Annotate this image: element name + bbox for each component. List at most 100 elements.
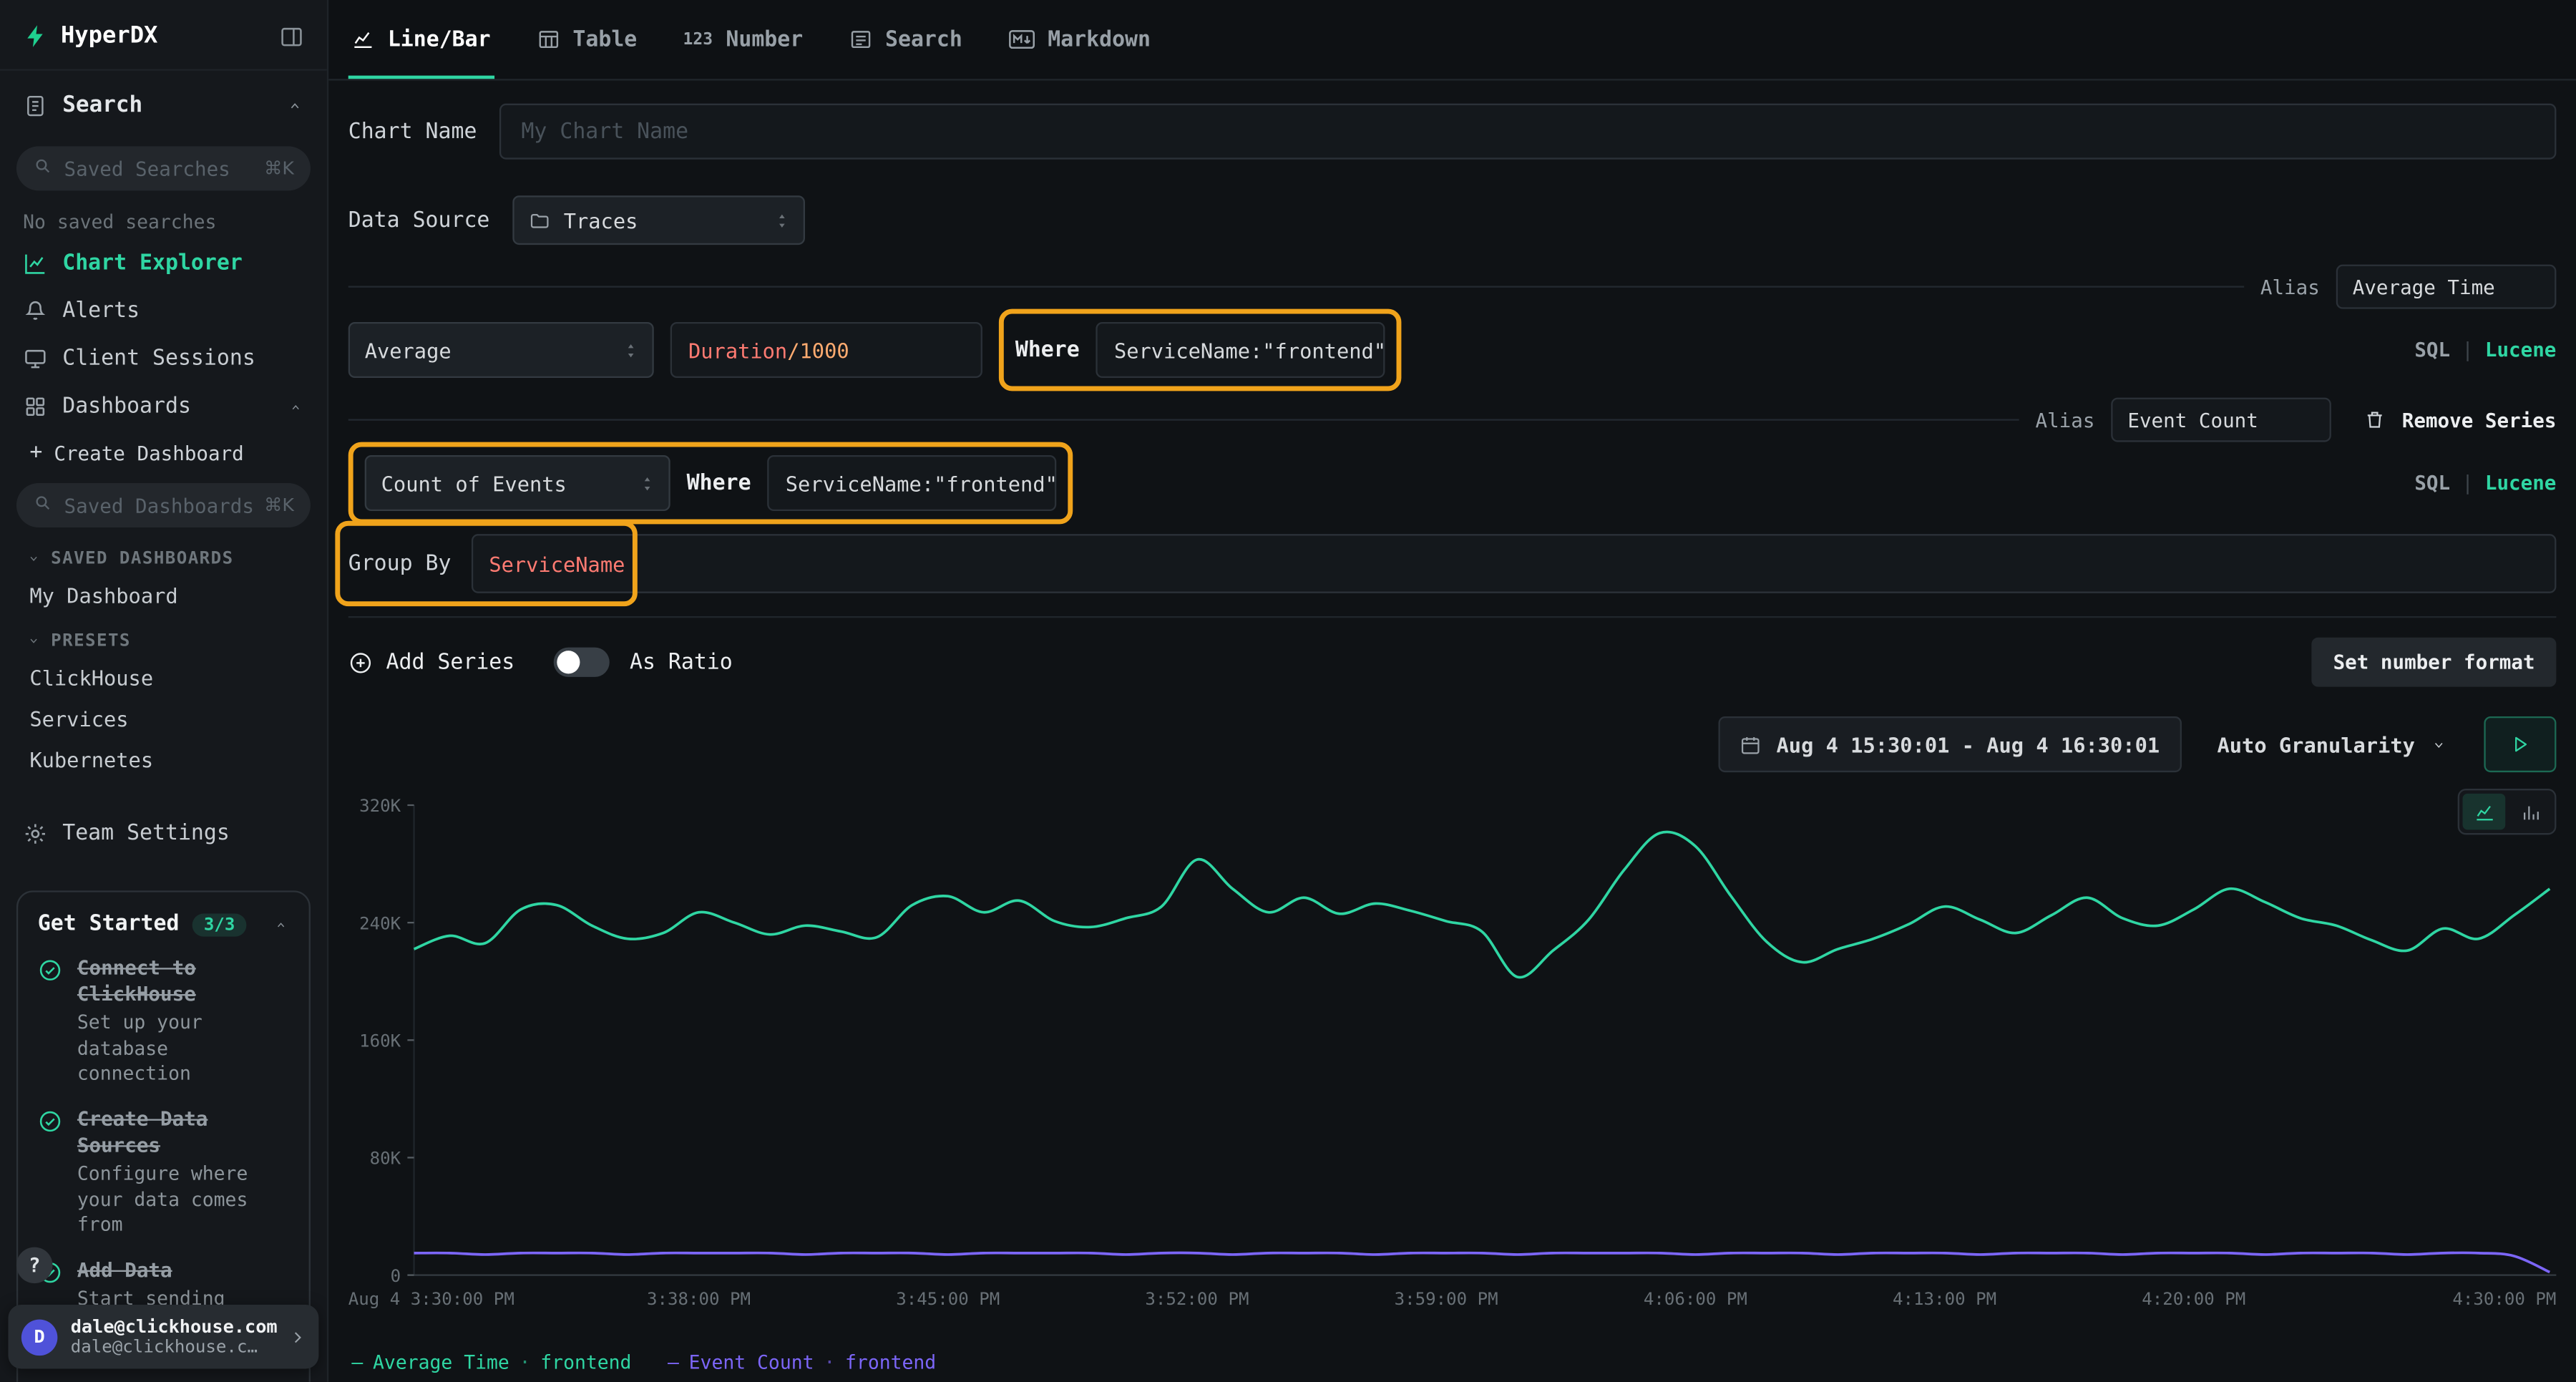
saved-searches-input[interactable]: Saved Searches ⌘K [16, 146, 311, 190]
where-label: Where [1015, 338, 1080, 362]
collapse-sidebar-icon[interactable] [279, 24, 303, 48]
svg-text:3:38:00 PM: 3:38:00 PM [647, 1289, 751, 1309]
tab-number[interactable]: 123 Number [680, 0, 806, 79]
saved-dashboards-group-header[interactable]: SAVED DASHBOARDS [0, 534, 327, 575]
series1-aggregation-select[interactable]: Average [348, 322, 654, 378]
lucene-option[interactable]: Lucene [2485, 472, 2557, 495]
sidebar-item-my-dashboard[interactable]: My Dashboard [0, 575, 327, 616]
sidebar-item-services[interactable]: Services [0, 699, 327, 739]
tab-label: Number [726, 27, 803, 52]
series2-aggregation-select[interactable]: Count of Events [365, 455, 670, 511]
search-icon [33, 156, 53, 180]
group-by-label: Group By [348, 551, 452, 575]
bar-chart-type-button[interactable] [2509, 794, 2552, 830]
sidebar-item-label: Client Sessions [62, 346, 255, 371]
get-started-item-connect[interactable]: Connect to ClickHouse Set up your databa… [38, 955, 289, 1088]
group-by-input[interactable]: ServiceName [471, 534, 2556, 593]
add-series-button[interactable]: Add Series [348, 643, 515, 681]
set-number-format-button[interactable]: Set number format [2312, 638, 2557, 687]
sidebar-item-team-settings[interactable]: Team Settings [0, 810, 327, 858]
dashboards-grid-icon [23, 394, 47, 419]
search-section-header[interactable]: Search [0, 69, 327, 140]
svg-text:4:20:00 PM: 4:20:00 PM [2142, 1289, 2245, 1309]
chevron-up-icon[interactable] [273, 920, 289, 930]
date-range-input[interactable]: Aug 4 15:30:01 - Aug 4 16:30:01 [1719, 716, 2181, 772]
tab-search[interactable]: Search [846, 0, 966, 79]
get-started-item-sources[interactable]: Create Data Sources Configure where your… [38, 1106, 289, 1239]
main-panel: Line/Bar Table 123 Number Search [328, 0, 2576, 1382]
chevron-up-icon [286, 92, 303, 119]
series2-alias-row: Alias Remove Series [348, 398, 2557, 442]
series2-alias-input[interactable] [2111, 398, 2331, 442]
legend-item-average-time[interactable]: — Average Time · frontend [351, 1351, 631, 1373]
sidebar-item-kubernetes[interactable]: Kubernetes [0, 739, 327, 780]
sidebar-item-dashboards[interactable]: Dashboards [0, 383, 327, 431]
remove-series-button[interactable]: Remove Series [2402, 409, 2557, 432]
svg-text:4:30:00 PM: 4:30:00 PM [2452, 1289, 2556, 1309]
chevron-down-icon [26, 636, 42, 646]
tab-line-bar[interactable]: Line/Bar [348, 0, 494, 79]
chart-name-input[interactable] [500, 104, 2557, 160]
check-circle-icon [38, 958, 62, 983]
check-circle-icon [38, 1109, 62, 1134]
series1-row: Average Duration/1000 Where ServiceName:… [348, 322, 2557, 378]
svg-text:3:45:00 PM: 3:45:00 PM [896, 1289, 1000, 1309]
tab-markdown[interactable]: Markdown [1005, 0, 1154, 79]
sql-option[interactable]: SQL [2414, 339, 2450, 361]
help-button[interactable]: ? [16, 1247, 53, 1284]
query-language-toggle[interactable]: SQL | Lucene [2414, 339, 2556, 361]
series2-row: Count of Events Where ServiceName:"front… [348, 455, 2557, 511]
app-root: HyperDX Search Saved Searches ⌘K [0, 0, 2576, 1382]
create-dashboard-button[interactable]: + Create Dashboard [0, 431, 327, 477]
sidebar: HyperDX Search Saved Searches ⌘K [0, 0, 328, 1382]
tab-table[interactable]: Table [533, 0, 640, 79]
saved-dashboards-input[interactable]: Saved Dashboards ⌘K [16, 483, 311, 527]
aggregation-value: Count of Events [381, 471, 567, 495]
aggregation-value: Average [365, 338, 452, 362]
trash-icon[interactable] [2364, 409, 2386, 431]
group-by-row: Group By ServiceName [348, 534, 2557, 593]
series2-where-input[interactable]: ServiceName:"frontend" [768, 455, 1057, 511]
sidebar-item-client-sessions[interactable]: Client Sessions [0, 335, 327, 383]
select-chevrons-icon [640, 472, 653, 494]
sidebar-item-label: Team Settings [62, 822, 230, 846]
svg-text:3:52:00 PM: 3:52:00 PM [1145, 1289, 1249, 1309]
as-ratio-toggle[interactable] [554, 648, 610, 677]
granularity-select[interactable]: Auto Granularity [2201, 716, 2464, 772]
sql-option[interactable]: SQL [2414, 472, 2450, 495]
lucene-option[interactable]: Lucene [2485, 339, 2557, 361]
bar-chart-icon [2519, 801, 2541, 822]
monitor-icon [23, 346, 47, 371]
chart-svg: 080K160K240K320KAug 4 3:30:00 PM3:38:00 … [348, 789, 2557, 1348]
search-section-label: Search [62, 92, 142, 119]
line-chart-type-button[interactable] [2463, 794, 2506, 830]
chevron-right-icon [289, 1328, 306, 1345]
data-source-select[interactable]: Traces [513, 195, 806, 245]
legend-item-event-count[interactable]: — Event Count · frontend [668, 1351, 936, 1373]
data-source-icon [529, 210, 550, 231]
series1-field-input[interactable]: Duration/1000 [670, 322, 982, 378]
run-query-button[interactable] [2484, 716, 2556, 772]
legend-dash-icon: — [668, 1351, 679, 1373]
data-source-label: Data Source [348, 208, 490, 232]
line-chart-icon [351, 28, 374, 51]
series1-alias-input[interactable] [2336, 265, 2557, 309]
svg-text:240K: 240K [359, 913, 401, 933]
query-language-toggle[interactable]: SQL | Lucene [2414, 472, 2556, 495]
series1-where-input[interactable]: ServiceName:"frontend" [1096, 322, 1385, 378]
user-menu[interactable]: D dale@clickhouse.com dale@clickhouse.co… [8, 1305, 318, 1369]
sidebar-item-chart-explorer[interactable]: Chart Explorer [0, 240, 327, 288]
presets-group-header[interactable]: PRESETS [0, 616, 327, 657]
sidebar-item-alerts[interactable]: Alerts [0, 288, 327, 336]
get-started-progress-badge: 3/3 [192, 913, 247, 935]
hyperdx-logo-icon [23, 23, 49, 49]
avatar: D [21, 1318, 58, 1355]
alias-label: Alias [2260, 276, 2320, 298]
divider [348, 616, 2557, 618]
sidebar-item-clickhouse[interactable]: ClickHouse [0, 657, 327, 698]
tab-label: Line/Bar [388, 27, 491, 52]
date-range-value: Aug 4 15:30:01 - Aug 4 16:30:01 [1777, 732, 2160, 756]
plus-circle-icon [348, 650, 373, 674]
brand[interactable]: HyperDX [23, 23, 157, 49]
svg-text:4:06:00 PM: 4:06:00 PM [1644, 1289, 1747, 1309]
